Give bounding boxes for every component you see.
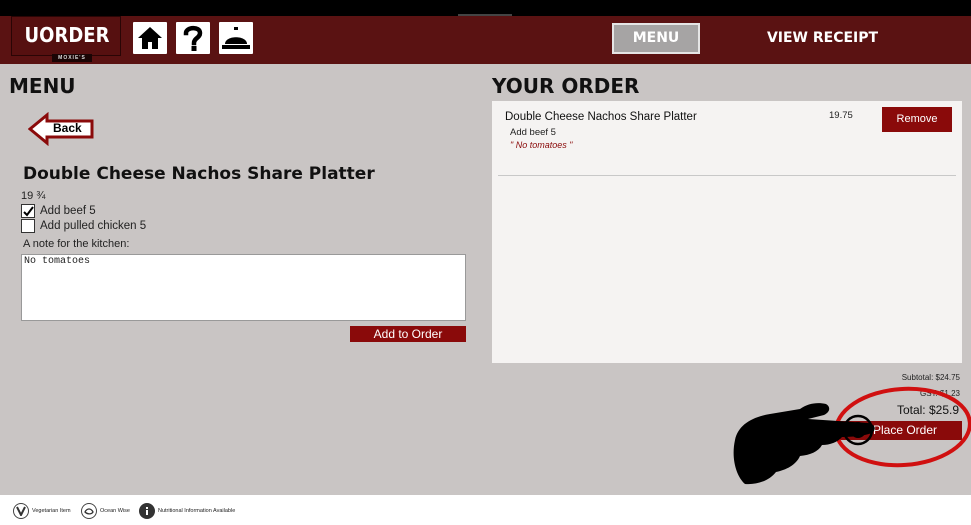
option-add-pulled-chicken[interactable]: Add pulled chicken 5 [21, 219, 146, 233]
kitchen-note-label: A note for the kitchen: [23, 238, 130, 250]
app-header: UORDER MOXIE'S MENU VIEW RECEIPT [0, 16, 971, 64]
footer-legend: Vegetarian Item Ocean Wise Nutritional I… [0, 495, 971, 525]
order-item-price: 19.75 [829, 110, 853, 121]
legend-label: Ocean Wise [100, 508, 130, 514]
ocean-wise-icon [81, 503, 97, 519]
info-icon [139, 503, 155, 519]
checkmark-icon [22, 205, 34, 217]
kitchen-note-input[interactable]: No tomatoes [21, 254, 466, 321]
option-label: Add pulled chicken 5 [40, 220, 147, 232]
menu-item-price: 19 ¾ [21, 190, 46, 202]
place-order-button[interactable]: Place Order [827, 421, 962, 440]
back-button[interactable]: Back [28, 112, 96, 146]
checkbox[interactable] [21, 219, 35, 233]
remove-button[interactable]: Remove [882, 107, 952, 132]
legend-label: Nutritional Information Available [158, 508, 236, 514]
nav-view-receipt[interactable]: VIEW RECEIPT [760, 23, 885, 54]
gst: GST: $1.23 [919, 389, 960, 398]
legend-vegetarian: Vegetarian Item [13, 503, 71, 519]
service-bell-icon [222, 27, 250, 49]
add-to-order-button[interactable]: Add to Order [350, 326, 466, 342]
help-icon [183, 25, 203, 51]
order-list: Double Cheese Nachos Share Platter 19.75… [492, 101, 962, 363]
order-item-note: " No tomatoes " [510, 140, 573, 150]
order-item-modifier: Add beef 5 [510, 127, 556, 138]
legend-nutrition-info: Nutritional Information Available [139, 503, 235, 519]
home-icon [138, 27, 162, 49]
option-label: Add beef 5 [40, 205, 96, 217]
legend-label: Vegetarian Item [32, 508, 71, 514]
vegetarian-icon [13, 503, 29, 519]
menu-heading: MENU [9, 74, 76, 98]
nav-menu-tab[interactable]: MENU [612, 23, 700, 54]
option-add-beef[interactable]: Add beef 5 [21, 204, 96, 218]
order-item-name: Double Cheese Nachos Share Platter [505, 111, 697, 123]
main-content: MENU Back Double Cheese Nachos Share Pla… [0, 64, 971, 495]
checkbox[interactable] [21, 204, 35, 218]
back-label: Back [53, 121, 82, 135]
home-button[interactable] [133, 22, 167, 54]
help-button[interactable] [176, 22, 210, 54]
menu-item-name: Double Cheese Nachos Share Platter [23, 164, 375, 184]
logo-subtitle: MOXIE'S [52, 54, 92, 62]
total: Total: $25.9 [896, 403, 959, 417]
logo: UORDER MOXIE'S [11, 16, 121, 62]
order-heading: YOUR ORDER [492, 74, 640, 98]
subtotal: Subtotal: $24.75 [901, 373, 960, 382]
call-server-button[interactable] [219, 22, 253, 54]
order-divider [498, 175, 956, 176]
logo-text: UORDER [24, 23, 110, 47]
legend-ocean-wise: Ocean Wise [81, 503, 130, 519]
top-bar [0, 0, 971, 17]
